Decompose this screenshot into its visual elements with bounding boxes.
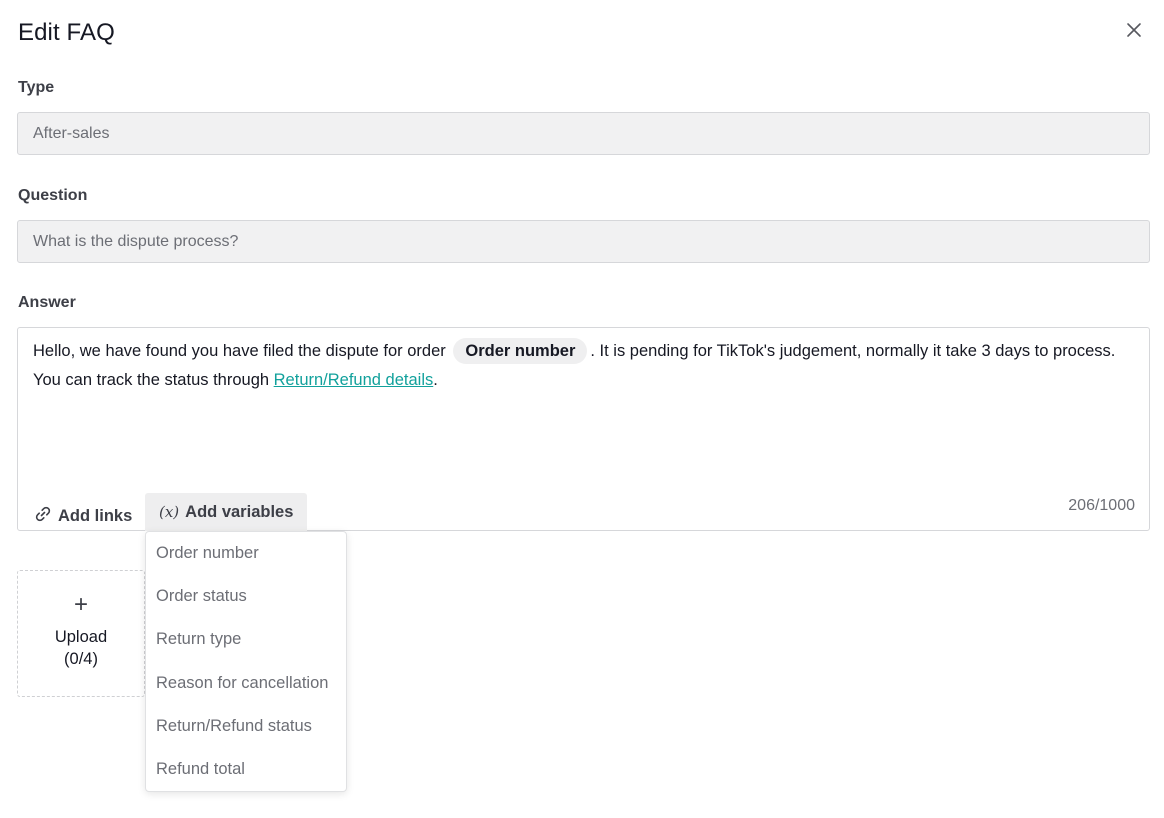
variable-option-reason-for-cancellation[interactable]: Reason for cancellation [146,662,346,705]
answer-text-after: . [433,371,438,389]
answer-text[interactable]: Hello, we have found you have filed the … [33,337,1133,395]
modal-title: Edit FAQ [18,19,115,46]
link-icon [34,505,52,528]
add-links-button[interactable]: Add links [34,501,132,531]
add-variables-button[interactable]: (x) Add variables [145,493,308,531]
close-icon[interactable] [1123,19,1145,41]
plus-icon: + [73,591,88,618]
add-links-label: Add links [58,506,133,525]
variable-icon: (x) [159,503,180,521]
variable-option-return-type[interactable]: Return type [146,618,346,661]
question-field: What is the dispute process? [17,220,1150,263]
return-refund-details-link[interactable]: Return/Refund details [274,371,434,389]
upload-count: (0/4) [64,650,98,668]
variable-chip-order-number[interactable]: Order number [453,338,588,364]
add-variables-label: Add variables [185,502,294,521]
question-label: Question [18,187,88,204]
variable-option-return-refund-status[interactable]: Return/Refund status [146,705,346,748]
variable-option-refund-total[interactable]: Refund total [146,748,346,791]
type-field: After-sales [17,112,1150,155]
upload-label: Upload [54,628,108,646]
upload-button[interactable]: + Upload (0/4) [17,570,145,697]
answer-label: Answer [18,294,76,311]
type-label: Type [18,79,55,96]
answer-text-before: Hello, we have found you have filed the … [33,342,446,360]
character-counter: 206/1000 [1068,497,1135,514]
variable-option-order-status[interactable]: Order status [146,575,346,618]
variable-option-order-number[interactable]: Order number [146,532,346,575]
variables-dropdown: Order number Order status Return type Re… [145,531,347,792]
answer-editor[interactable]: Hello, we have found you have filed the … [17,327,1150,531]
